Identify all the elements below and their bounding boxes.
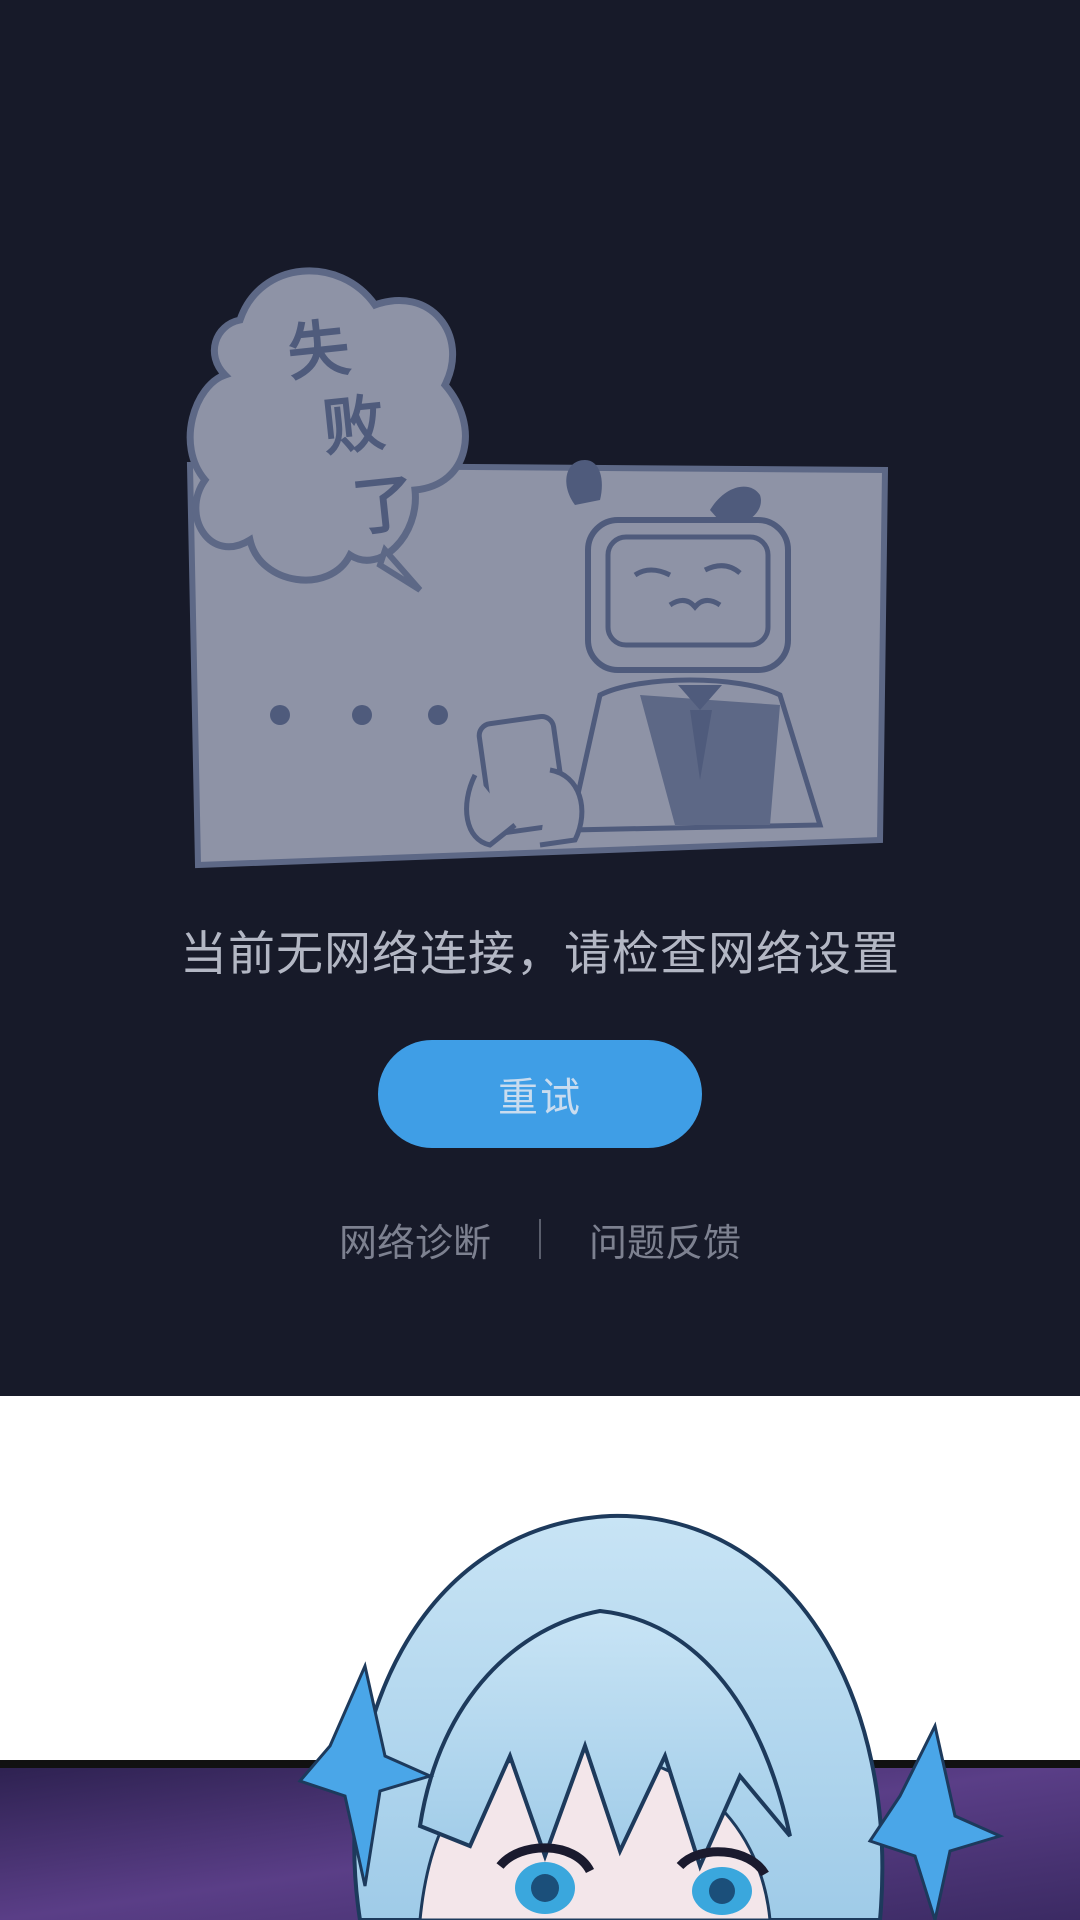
svg-text:败: 败 [319,386,388,465]
network-diagnose-link[interactable]: 网络诊断 [339,1212,491,1267]
feedback-link[interactable]: 问题反馈 [589,1212,741,1267]
comic-panel [0,1396,1080,1920]
svg-text:了: 了 [349,466,418,545]
footer-divider [539,1219,541,1259]
network-error-panel: 失 败 了 当前无网络连接，请检查网络设置 重试 网络诊断 问题反馈 [0,0,1080,1396]
failure-caption: 失 [284,311,354,390]
retry-button[interactable]: 重试 [378,1040,702,1148]
error-message: 当前无网络连接，请检查网络设置 [180,927,900,982]
failure-illustration: 失 败 了 [180,265,900,875]
footer-links: 网络诊断 问题反馈 [0,1212,1080,1266]
